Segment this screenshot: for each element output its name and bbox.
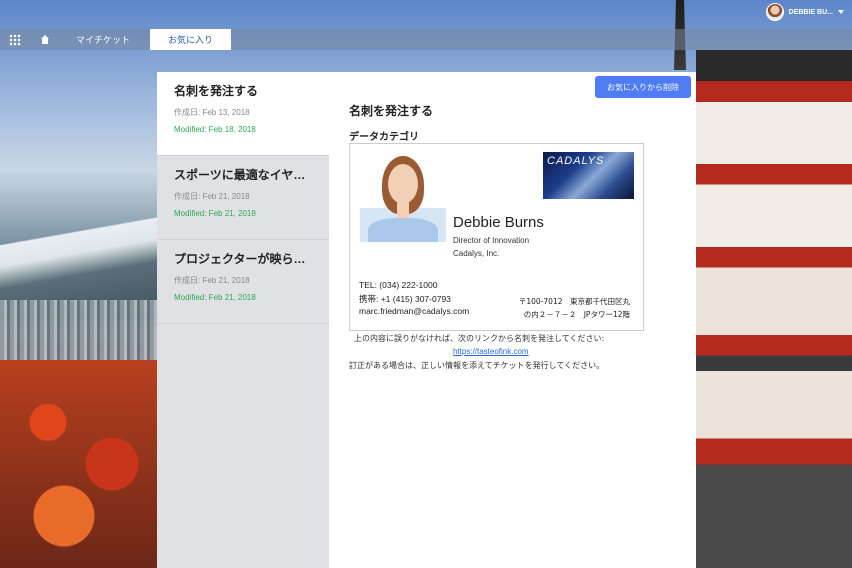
card-email: marc.friedman@cadalys.com — [359, 306, 470, 316]
background-pagoda — [696, 50, 852, 568]
card-job-title: Director of Innovation — [453, 236, 530, 245]
correction-instruction-text: 訂正がある場合は、正しい情報を添えてチケットを発行してください。 — [349, 361, 605, 370]
card-person-name: Debbie Burns — [453, 214, 544, 231]
card-telephone: TEL: (034) 222-1000 — [359, 280, 438, 290]
list-item[interactable]: プロジェクターが映らない… 作成日: Feb 21, 2018 Modified… — [157, 240, 329, 324]
remove-from-favorites-button[interactable]: お気に入りから削除 — [595, 76, 691, 98]
list-item-title[interactable]: プロジェクターが映らない… — [174, 250, 313, 267]
list-item-modified-date: Modified: Feb 21, 2018 — [174, 209, 256, 218]
profile-photo — [360, 152, 446, 242]
list-item[interactable]: スポーツに最適なイヤホン 作成日: Feb 21, 2018 Modified:… — [157, 156, 329, 240]
avatar[interactable] — [765, 3, 784, 21]
card-address-line1: 〒100-7012 東京都千代田区丸 — [518, 297, 630, 306]
favorites-list: 名刺を発注する 作成日: Feb 13, 2018 Modified: Feb … — [157, 72, 329, 568]
tab-favorites[interactable]: お気に入り — [150, 29, 232, 50]
background-autumn-leaves — [0, 360, 160, 568]
tab-my-tickets[interactable]: マイチケット — [60, 29, 146, 50]
app-grid-icon[interactable] — [9, 33, 21, 46]
card-company: Cadalys, Inc. — [453, 249, 500, 258]
list-item-modified-date: Modified: Feb 21, 2018 — [174, 293, 256, 302]
content-panel: 名刺を発注する 作成日: Feb 13, 2018 Modified: Feb … — [157, 72, 696, 568]
company-logo: CADALYS — [543, 152, 634, 199]
navigation-bar: マイチケット お気に入り — [0, 29, 852, 50]
global-header: DEBBIE BU... — [0, 0, 852, 28]
list-item-created-date: 作成日: Feb 21, 2018 — [174, 192, 250, 201]
order-link[interactable]: https://tasteofink.com — [453, 347, 529, 356]
list-item-created-date: 作成日: Feb 21, 2018 — [174, 276, 250, 285]
business-card-image: CADALYS Debbie Burns Director of Innovat… — [349, 143, 644, 331]
order-instruction-text: 上の内容に誤りがなければ、次のリンクから名刺を発注してください: — [354, 334, 605, 343]
user-name[interactable]: DEBBIE BU... — [789, 9, 833, 16]
data-category-label: データカテゴリ — [349, 132, 419, 143]
list-item-title[interactable]: 名刺を発注する — [174, 82, 313, 99]
user-menu[interactable]: DEBBIE BU... — [765, 3, 844, 21]
article-title: 名刺を発注する — [349, 104, 434, 118]
home-button[interactable] — [30, 29, 60, 50]
list-item-created-date: 作成日: Feb 13, 2018 — [174, 108, 250, 117]
company-logo-text: CADALYS — [547, 155, 605, 167]
chevron-down-icon[interactable] — [838, 10, 844, 14]
list-item-modified-date: Modified: Feb 18, 2018 — [174, 125, 256, 134]
list-item[interactable]: 名刺を発注する 作成日: Feb 13, 2018 Modified: Feb … — [157, 72, 329, 156]
app-launcher-button[interactable] — [0, 29, 30, 50]
card-address-line2: の内２－７－２ JPタワー12階 — [523, 310, 630, 319]
article-detail: お気に入りから削除 名刺を発注する データカテゴリ CADALYS Debbie… — [329, 72, 696, 568]
home-icon[interactable] — [40, 35, 50, 44]
card-mobile: 携帯: +1 (415) 307-0793 — [359, 294, 451, 304]
list-item-title[interactable]: スポーツに最適なイヤホン — [174, 166, 313, 183]
